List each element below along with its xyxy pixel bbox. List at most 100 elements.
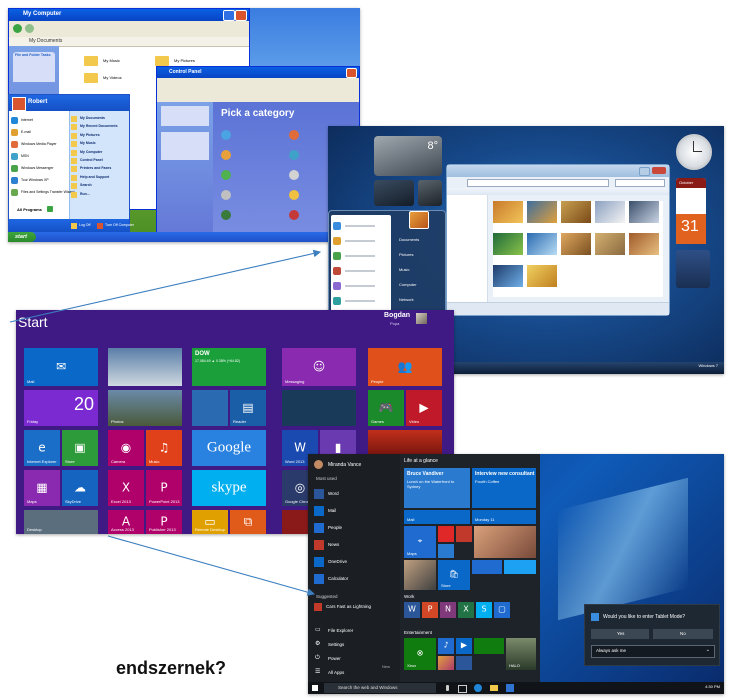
- win10-app-item[interactable]: People: [314, 520, 398, 537]
- win10-bottom-item[interactable]: ▭ File Explorer: [314, 624, 398, 638]
- xp-cp-category-icon[interactable]: [289, 150, 299, 160]
- xp-forward-icon[interactable]: [25, 24, 34, 33]
- xp-start-item[interactable]: Tour Windows XP: [11, 175, 67, 187]
- win10-maps-tile[interactable]: ⌖ Maps: [404, 526, 436, 558]
- win7-image-thumbnail[interactable]: [527, 201, 557, 223]
- win8-people-tile[interactable]: [282, 390, 356, 426]
- edge-icon[interactable]: [474, 684, 482, 692]
- xp-cp-category-icon[interactable]: [221, 150, 231, 160]
- win8-skydrive-tile[interactable]: ☁ SkyDrive: [62, 470, 98, 506]
- win7-start-right-item[interactable]: Music: [397, 263, 443, 278]
- xp-close-icon[interactable]: [235, 10, 247, 21]
- win8-google-tile[interactable]: Google: [192, 430, 266, 466]
- task-view-icon[interactable]: [458, 685, 467, 693]
- xp-start-item[interactable]: Windows Messenger: [11, 163, 67, 175]
- xp-start-item[interactable]: My Recent Documents: [71, 123, 127, 131]
- win7-image-thumbnail[interactable]: [595, 201, 625, 223]
- win8-excel-tile[interactable]: X Excel 2013: [108, 470, 144, 506]
- win10-work-onenote-tile[interactable]: N: [440, 602, 456, 618]
- win10-dialog-no-button[interactable]: No: [653, 629, 713, 639]
- win7-search-box[interactable]: [615, 179, 665, 187]
- win10-halo-tile[interactable]: HALO: [506, 638, 536, 670]
- xp-turnoff-icon[interactable]: [97, 223, 103, 229]
- win8-maps-tile[interactable]: ▦ Maps: [24, 470, 60, 506]
- win7-image-thumbnail[interactable]: [595, 233, 625, 255]
- xp-start-item[interactable]: Control Panel: [71, 157, 127, 165]
- xp-start-item[interactable]: Files and Settings Transfer Wizard: [11, 187, 75, 199]
- win8-people-hub-tile[interactable]: 👥 People: [368, 348, 442, 386]
- win10-dialog-yes-button[interactable]: Yes: [591, 629, 649, 639]
- win10-bottom-item[interactable]: ⚙ Settings: [314, 638, 398, 652]
- xp-cp-category-icon[interactable]: [221, 170, 231, 180]
- win10-photos-tile[interactable]: [438, 656, 454, 670]
- win10-camera-tile[interactable]: [456, 656, 472, 670]
- store-icon[interactable]: [506, 684, 514, 692]
- xp-start-item[interactable]: Search: [71, 182, 127, 190]
- win8-publisher-tile[interactable]: P Publisher 2013: [146, 510, 182, 534]
- xp-cp-category-icon[interactable]: [289, 190, 299, 200]
- xp-start-item[interactable]: Internet: [11, 115, 67, 127]
- win8-mail-tile[interactable]: ✉ Mail: [24, 348, 98, 386]
- xp-logoff-icon[interactable]: [71, 223, 77, 229]
- win10-person-tile[interactable]: [438, 544, 454, 558]
- win10-calendar-tile[interactable]: Monday 11: [472, 510, 536, 524]
- win7-maximize-icon[interactable]: [639, 167, 650, 176]
- xp-start-item[interactable]: Windows Media Player: [11, 139, 67, 151]
- win7-image-thumbnail[interactable]: [493, 233, 523, 255]
- win7-program-item[interactable]: [333, 279, 389, 294]
- win10-groove-tile[interactable]: ♪: [438, 638, 454, 654]
- xp-start-item[interactable]: Help and Support: [71, 174, 127, 182]
- win7-image-thumbnail[interactable]: [493, 265, 523, 287]
- win7-image-thumbnail[interactable]: [629, 233, 659, 255]
- win7-start-right-item[interactable]: Computer: [397, 278, 443, 293]
- xp-start-item[interactable]: Printers and Faxes: [71, 165, 127, 173]
- win10-movies-tile[interactable]: ▶: [456, 638, 472, 654]
- xp-cp-category-icon[interactable]: [221, 210, 231, 220]
- xp-back-icon[interactable]: [13, 24, 22, 33]
- xp-cp-category-icon[interactable]: [221, 190, 231, 200]
- win10-dialog-select[interactable]: Always ask me ⌄: [591, 645, 715, 658]
- win7-program-item[interactable]: [333, 219, 389, 234]
- win8-photos-tile[interactable]: Photos: [108, 390, 182, 426]
- win10-xbox-tile[interactable]: ⊗ Xbox: [404, 638, 436, 670]
- xp-cp-category-icon[interactable]: [289, 210, 299, 220]
- xp-logoff-label[interactable]: Log Off: [79, 223, 90, 227]
- win7-program-item[interactable]: [333, 264, 389, 279]
- win10-twitter-tile[interactable]: [504, 560, 536, 574]
- win7-image-thumbnail[interactable]: [527, 233, 557, 255]
- win10-user-avatar[interactable]: [314, 460, 323, 469]
- win8-sport-tile[interactable]: [192, 390, 228, 426]
- win8-music-tile[interactable]: ♫ Music: [146, 430, 182, 466]
- win10-work-ppt-tile[interactable]: P: [422, 602, 438, 618]
- win10-app-item[interactable]: Mail: [314, 503, 398, 520]
- xp-start-item[interactable]: My Pictures: [71, 132, 127, 140]
- win10-user-name[interactable]: Miranda Vance: [328, 462, 361, 468]
- win10-interview-tile[interactable]: Interview new consultant Fourth Coffee: [472, 468, 536, 508]
- win8-ie-tile[interactable]: e Internet Explorer: [24, 430, 60, 466]
- win8-reader-tile[interactable]: ▤ Reader: [230, 390, 266, 426]
- win7-image-thumbnail[interactable]: [527, 265, 557, 287]
- win7-close-icon[interactable]: [652, 167, 666, 174]
- xp-maximize-icon[interactable]: [223, 10, 235, 21]
- win10-mail-tile[interactable]: Mail: [404, 510, 470, 524]
- win7-address-bar[interactable]: [467, 179, 609, 187]
- win7-program-item[interactable]: [333, 294, 389, 309]
- win10-store-tile[interactable]: 🛍 Store: [438, 560, 470, 590]
- win8-news-tile[interactable]: DOW 17,084.49 ▲ 0.38% (+64.82): [192, 348, 266, 386]
- xp-start-item[interactable]: My Computer: [71, 149, 127, 157]
- win7-start-right-item[interactable]: Documents: [397, 233, 443, 248]
- win10-photo-tile[interactable]: [404, 560, 436, 590]
- xp-cp-close-icon[interactable]: [346, 68, 357, 78]
- win8-games-tile[interactable]: 🎮 Games: [368, 390, 404, 426]
- xp-turnoff-label[interactable]: Turn Off Computer: [105, 223, 134, 227]
- win8-skype-tile[interactable]: skype: [192, 470, 266, 506]
- win7-start-right-item[interactable]: Network: [397, 293, 443, 308]
- xp-start-item[interactable]: E-mail: [11, 127, 67, 139]
- xp-folder-icon[interactable]: [155, 56, 169, 66]
- win10-phone-tile[interactable]: [472, 560, 502, 574]
- windows-logo-icon[interactable]: [312, 685, 318, 691]
- win7-program-item[interactable]: [333, 249, 389, 264]
- win10-work-word-tile[interactable]: W: [404, 602, 420, 618]
- xp-folder-icon[interactable]: [84, 56, 98, 66]
- win7-start-right-item[interactable]: Pictures: [397, 248, 443, 263]
